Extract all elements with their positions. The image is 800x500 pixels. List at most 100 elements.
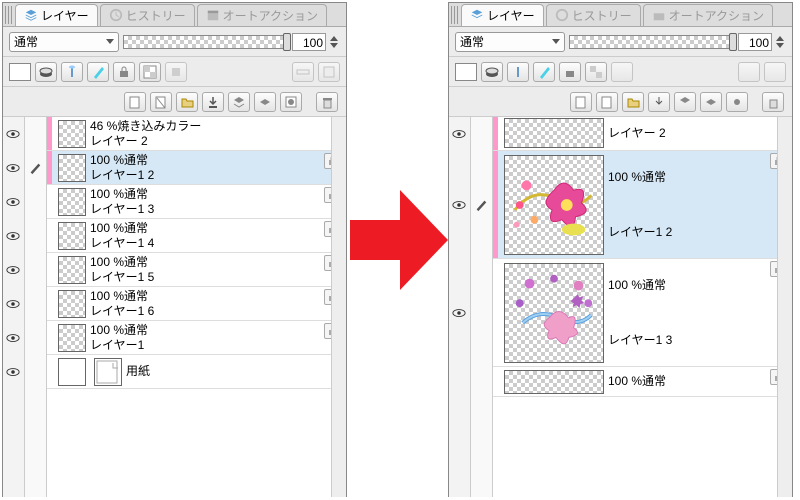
opacity-input[interactable]: 100 bbox=[292, 33, 326, 51]
reference-layer-button[interactable] bbox=[507, 62, 529, 82]
layer-thumbnail[interactable] bbox=[58, 120, 86, 148]
combine-button[interactable] bbox=[254, 92, 276, 112]
layer-name[interactable]: レイヤー1 3 bbox=[608, 333, 792, 348]
palette-color-swatch[interactable] bbox=[9, 63, 31, 81]
layer-thumbnail[interactable] bbox=[58, 324, 86, 352]
mask-enable-button[interactable] bbox=[165, 62, 187, 82]
clip-mask-button[interactable] bbox=[35, 62, 57, 82]
grip-icon[interactable] bbox=[5, 6, 13, 24]
layer-mask-thumbnail[interactable] bbox=[94, 358, 122, 386]
layer-row[interactable]: 100 %通常 レイヤー1 bbox=[47, 321, 346, 355]
layer-name[interactable]: レイヤー1 2 bbox=[608, 225, 792, 240]
tab-autoaction[interactable]: オートアクション bbox=[197, 4, 327, 26]
lock-button[interactable] bbox=[113, 62, 135, 82]
slider-knob[interactable] bbox=[729, 33, 737, 51]
visibility-toggle[interactable] bbox=[3, 151, 23, 185]
layer-row[interactable]: 100 %通常 レイヤー1 4 bbox=[47, 219, 346, 253]
new-vector-layer-button[interactable] bbox=[150, 92, 172, 112]
visibility-toggle[interactable] bbox=[449, 151, 469, 259]
visibility-toggle[interactable] bbox=[3, 253, 23, 287]
slider-knob[interactable] bbox=[283, 33, 291, 51]
tab-history[interactable]: ヒストリー bbox=[546, 4, 641, 26]
layer-row[interactable]: 100 %通常 レイヤー1 2 bbox=[493, 151, 792, 259]
layer-row[interactable]: 100 %通常 bbox=[493, 367, 792, 397]
layer-row[interactable]: 用紙 bbox=[47, 355, 346, 389]
layer-thumbnail[interactable] bbox=[58, 256, 86, 284]
layer-thumbnail[interactable] bbox=[504, 118, 604, 148]
layer-name[interactable]: レイヤー1 6 bbox=[90, 304, 346, 319]
layer-thumbnail[interactable] bbox=[58, 222, 86, 250]
lock-transparent-button[interactable] bbox=[585, 62, 607, 82]
tab-layers[interactable]: レイヤー bbox=[461, 4, 544, 26]
layer-name[interactable]: レイヤー 2 bbox=[608, 126, 792, 141]
merge-down-button[interactable] bbox=[674, 92, 696, 112]
palette-color-swatch[interactable] bbox=[455, 63, 477, 81]
visibility-toggle[interactable] bbox=[3, 117, 23, 151]
layer-row[interactable]: 100 %通常 レイヤー1 3 bbox=[47, 185, 346, 219]
new-folder-button[interactable] bbox=[622, 92, 644, 112]
new-raster-layer-button[interactable] bbox=[570, 92, 592, 112]
merge-down-button[interactable] bbox=[228, 92, 250, 112]
draft-layer-button[interactable] bbox=[87, 62, 109, 82]
visibility-toggle[interactable] bbox=[3, 287, 23, 321]
layer-name[interactable]: レイヤー1 3 bbox=[90, 202, 346, 217]
layer-thumbnail[interactable] bbox=[58, 290, 86, 318]
ruler-button[interactable] bbox=[292, 62, 314, 82]
layer-row[interactable]: 46 %焼き込みカラー レイヤー 2 bbox=[47, 117, 346, 151]
visibility-toggle[interactable] bbox=[449, 259, 469, 367]
draft-layer-button[interactable] bbox=[533, 62, 555, 82]
layer-row[interactable]: 100 %通常 レイヤー1 6 bbox=[47, 287, 346, 321]
layer-color-button[interactable] bbox=[318, 62, 340, 82]
layer-thumbnail[interactable] bbox=[58, 358, 86, 386]
layer-row[interactable]: 100 %通常 レイヤー1 2 bbox=[47, 151, 346, 185]
new-raster-layer-button[interactable] bbox=[124, 92, 146, 112]
ruler-button[interactable] bbox=[738, 62, 760, 82]
blend-mode-select[interactable]: 通常 bbox=[9, 32, 119, 52]
layer-thumbnail[interactable] bbox=[504, 263, 604, 363]
delete-layer-button[interactable] bbox=[762, 92, 784, 112]
tab-history[interactable]: ヒストリー bbox=[100, 4, 195, 26]
new-folder-button[interactable] bbox=[176, 92, 198, 112]
grip-icon[interactable] bbox=[451, 6, 459, 24]
layer-color-button[interactable] bbox=[764, 62, 786, 82]
scrollbar[interactable] bbox=[331, 117, 346, 497]
layer-row[interactable]: レイヤー 2 bbox=[493, 117, 792, 151]
transfer-down-button[interactable] bbox=[648, 92, 670, 112]
lock-button[interactable] bbox=[559, 62, 581, 82]
opacity-slider[interactable] bbox=[569, 35, 734, 49]
delete-layer-button[interactable] bbox=[316, 92, 338, 112]
layer-thumbnail[interactable] bbox=[58, 188, 86, 216]
visibility-toggle[interactable] bbox=[449, 117, 469, 151]
new-vector-layer-button[interactable] bbox=[596, 92, 618, 112]
lock-transparent-button[interactable] bbox=[139, 62, 161, 82]
layer-name[interactable]: 用紙 bbox=[126, 364, 346, 379]
layer-row[interactable]: 100 %通常 レイヤー1 5 bbox=[47, 253, 346, 287]
reference-layer-button[interactable] bbox=[61, 62, 83, 82]
combine-button[interactable] bbox=[700, 92, 722, 112]
layer-name[interactable]: レイヤー 2 bbox=[90, 134, 346, 149]
tab-autoaction[interactable]: オートアクション bbox=[643, 4, 773, 26]
visibility-toggle[interactable] bbox=[3, 185, 23, 219]
layer-name[interactable]: レイヤー1 4 bbox=[90, 236, 346, 251]
transfer-down-button[interactable] bbox=[202, 92, 224, 112]
layer-name[interactable]: レイヤー1 5 bbox=[90, 270, 346, 285]
mask-button[interactable] bbox=[726, 92, 748, 112]
mask-button[interactable] bbox=[280, 92, 302, 112]
layer-thumbnail[interactable] bbox=[504, 370, 604, 394]
layer-name[interactable]: レイヤー1 bbox=[90, 338, 346, 353]
opacity-slider[interactable] bbox=[123, 35, 288, 49]
clip-mask-button[interactable] bbox=[481, 62, 503, 82]
tab-layers[interactable]: レイヤー bbox=[15, 4, 98, 26]
layer-row[interactable]: 100 %通常 レイヤー1 3 bbox=[493, 259, 792, 367]
scrollbar[interactable] bbox=[777, 117, 792, 497]
layer-name[interactable]: レイヤー1 2 bbox=[90, 168, 346, 183]
opacity-stepper[interactable] bbox=[330, 36, 340, 48]
layer-thumbnail[interactable] bbox=[58, 154, 86, 182]
visibility-toggle[interactable] bbox=[3, 321, 23, 355]
layer-thumbnail[interactable] bbox=[504, 155, 604, 255]
visibility-toggle[interactable] bbox=[3, 355, 23, 389]
opacity-input[interactable]: 100 bbox=[738, 33, 772, 51]
mask-enable-button[interactable] bbox=[611, 62, 633, 82]
opacity-stepper[interactable] bbox=[776, 36, 786, 48]
visibility-toggle[interactable] bbox=[3, 219, 23, 253]
